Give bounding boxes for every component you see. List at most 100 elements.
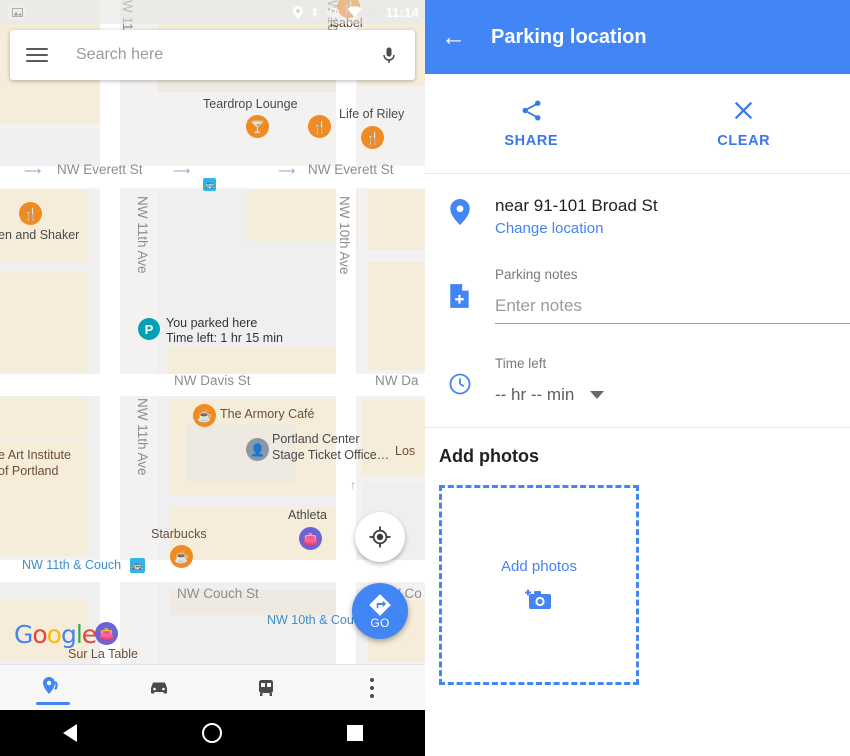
street-label: NW Everett St xyxy=(308,162,394,177)
notes-body: Parking notes Enter notes xyxy=(495,267,850,324)
shop-icon[interactable]: 👛 xyxy=(95,622,118,645)
location-icon xyxy=(293,5,304,19)
add-photos-section-title: Add photos xyxy=(439,446,539,466)
search-input[interactable]: Search here xyxy=(76,46,379,64)
cocktail-icon[interactable]: 🍸 xyxy=(246,115,269,138)
parked-marker-text: You parked here Time left: 1 hr 15 min xyxy=(166,316,283,345)
time-left-row[interactable]: Time left -- hr -- min xyxy=(425,324,850,405)
poi-label: of Portland xyxy=(0,464,59,478)
share-icon xyxy=(522,100,541,121)
parked-marker[interactable]: P You parked here Time left: 1 hr 15 min xyxy=(138,316,283,345)
poi-label[interactable]: Stage Ticket Office… xyxy=(272,448,389,462)
street-label-vertical: NW 10th Ave xyxy=(337,196,352,275)
clock-icon xyxy=(449,373,471,395)
poi-label[interactable]: Los xyxy=(395,444,415,458)
parking-pin-icon: P xyxy=(138,318,160,340)
clear-button-label: CLEAR xyxy=(717,133,771,149)
google-logo: Google xyxy=(14,620,97,649)
go-button-label: GO xyxy=(370,616,390,630)
location-icon-column xyxy=(425,196,495,237)
cafe-icon[interactable]: ☕ xyxy=(170,545,193,568)
bluetooth-icon xyxy=(310,6,319,19)
add-photo-camera-icon xyxy=(525,589,551,609)
hamburger-menu-icon[interactable] xyxy=(26,48,48,62)
share-button[interactable]: SHARE xyxy=(425,98,638,149)
add-photos-dropzone-label: Add photos xyxy=(501,557,577,575)
system-navigation-bar xyxy=(0,710,425,756)
poi-label[interactable]: The Armory Café xyxy=(220,407,314,421)
map-pin-icon xyxy=(450,199,470,225)
directions-icon xyxy=(369,594,391,616)
home-circle-icon[interactable] xyxy=(201,723,222,743)
street-label: NW Davis St xyxy=(174,373,251,388)
restaurant-icon[interactable]: 🍴 xyxy=(308,115,331,138)
poi-label[interactable]: Athleta xyxy=(288,508,327,522)
overflow-menu-icon xyxy=(369,677,374,698)
logo-letter: e xyxy=(81,620,97,649)
time-left-body: Time left -- hr -- min xyxy=(495,356,850,405)
logo-letter: o xyxy=(32,620,47,649)
nav-tab-transit[interactable] xyxy=(213,665,319,710)
change-location-link[interactable]: Change location xyxy=(495,220,836,237)
one-way-arrow-icon: ⟶ xyxy=(24,164,42,178)
shop-icon[interactable]: 👛 xyxy=(299,527,322,550)
share-button-label: SHARE xyxy=(504,133,559,149)
one-way-arrow-icon: ⟶ xyxy=(278,164,296,178)
poi-label[interactable]: Starbucks xyxy=(151,527,207,541)
parking-notes-row[interactable]: Parking notes Enter notes xyxy=(425,237,850,324)
go-button[interactable]: GO xyxy=(352,583,408,639)
add-photos-dropzone[interactable]: Add photos xyxy=(439,485,639,685)
transit-stop-label[interactable]: NW 11th & Couch xyxy=(22,558,121,572)
logo-letter: g xyxy=(60,620,77,649)
transit-stop-label[interactable]: NW 10th & Couc xyxy=(267,613,360,627)
notes-input[interactable]: Enter notes xyxy=(495,296,850,324)
map-phone-panel: ⟶ NW Everett St ⟶ ⟶ NW Everett St NW Dav… xyxy=(0,0,425,756)
my-location-button[interactable] xyxy=(355,512,405,562)
image-glyph xyxy=(11,7,23,17)
nav-tab-driving[interactable] xyxy=(106,665,212,710)
microphone-icon[interactable] xyxy=(379,43,399,67)
screenshot-root: ⟶ NW Everett St ⟶ ⟶ NW Everett St NW Dav… xyxy=(0,0,850,756)
poi-label[interactable]: Portland Center xyxy=(272,432,360,446)
nav-tab-explore[interactable] xyxy=(0,665,106,710)
clock-icon-column xyxy=(425,356,495,405)
poi-label: e Art Institute xyxy=(0,448,71,462)
restaurant-icon[interactable]: 🍴 xyxy=(19,202,42,225)
poi-label[interactable]: en and Shaker xyxy=(0,228,79,242)
caret-down-icon[interactable] xyxy=(590,391,605,399)
street-label-vertical: NW 11th Ave xyxy=(135,196,150,274)
poi-label[interactable]: Life of Riley xyxy=(339,107,404,121)
street-label-vertical: NW 11th Ave xyxy=(135,398,150,476)
person-icon[interactable]: 👤 xyxy=(246,438,269,461)
transit-station-icon[interactable]: 🚌 xyxy=(130,558,145,573)
search-bar[interactable]: Search here xyxy=(10,30,415,80)
one-way-arrow-icon: ⟶ xyxy=(173,164,191,178)
cafe-icon[interactable]: ☕ xyxy=(193,404,216,427)
back-arrow-icon[interactable]: ← xyxy=(441,24,475,50)
back-triangle-icon[interactable] xyxy=(62,724,77,742)
logo-letter: o xyxy=(46,620,62,649)
location-row[interactable]: near 91-101 Broad St Change location xyxy=(425,174,850,237)
time-left-dropdown[interactable]: -- hr -- min xyxy=(495,385,836,405)
location-body: near 91-101 Broad St Change location xyxy=(495,196,850,237)
street-label: NW Da xyxy=(375,373,419,388)
poi-label[interactable]: Teardrop Lounge xyxy=(203,97,298,111)
recents-square-icon[interactable] xyxy=(346,725,363,741)
status-icons: 11:14 xyxy=(293,5,425,20)
poi-label[interactable]: Sur La Table xyxy=(68,647,138,661)
status-bar: 11:14 xyxy=(0,0,425,24)
restaurant-icon[interactable]: 🍴 xyxy=(361,126,384,149)
note-add-icon xyxy=(450,284,469,308)
transit-station-icon[interactable]: 🚌 xyxy=(203,178,216,191)
my-location-icon xyxy=(369,526,391,548)
wifi-icon xyxy=(347,6,363,18)
street-label: NW Couch St xyxy=(177,586,259,601)
nav-tab-overflow[interactable] xyxy=(319,665,425,710)
app-bar: ← Parking location xyxy=(425,0,850,74)
time-left-label: Time left xyxy=(495,356,547,371)
page-title: Parking location xyxy=(491,25,647,48)
action-bar: SHARE CLEAR xyxy=(425,74,850,174)
explore-pin-icon xyxy=(43,676,58,694)
logo-letter: G xyxy=(14,620,33,649)
clear-button[interactable]: CLEAR xyxy=(638,98,850,149)
